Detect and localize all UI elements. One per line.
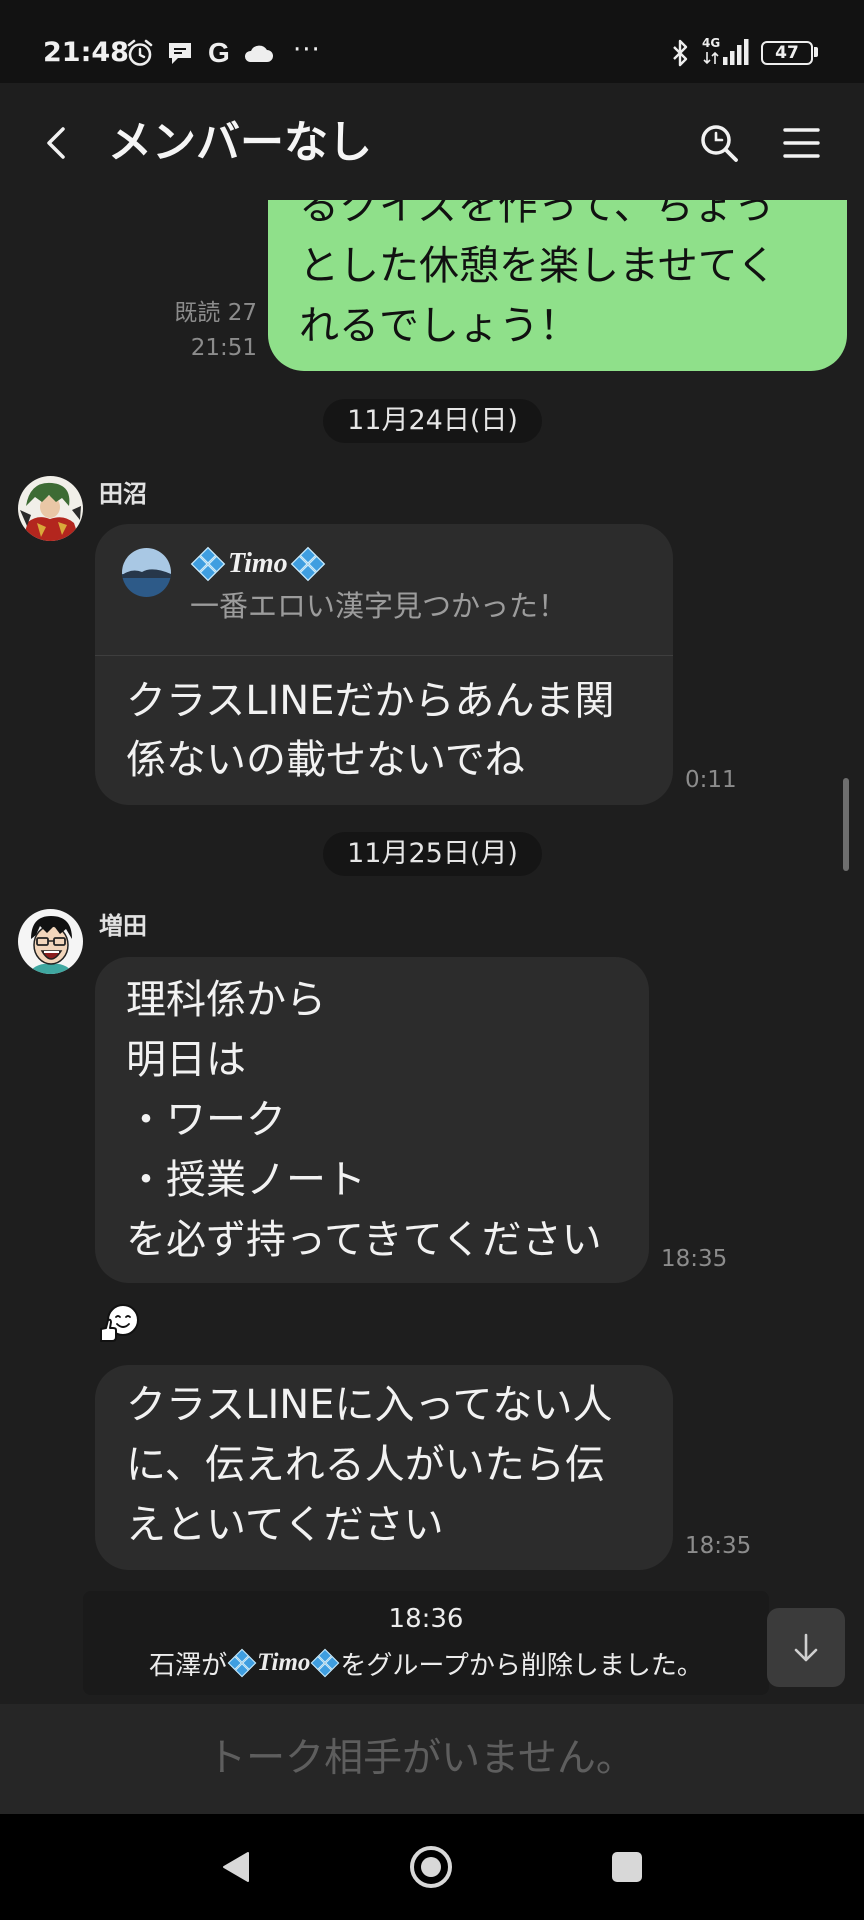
- thumbs-up-face-icon[interactable]: [98, 1301, 142, 1345]
- recents-square-icon[interactable]: [611, 1851, 643, 1883]
- avatar-image: [18, 909, 83, 974]
- no-members-notice: トーク相手がいません。: [207, 1736, 635, 1781]
- reply-avatar: [122, 548, 171, 597]
- message-line: を必ず持ってきてください: [126, 1217, 602, 1263]
- message-time: 0:11: [685, 767, 737, 793]
- reply-sender: Timo: [190, 546, 326, 582]
- date-separator: 11月24日(日): [323, 399, 542, 443]
- message-text: るクイズを作って、ちょっ とした休憩を楽しませてく れるでしょう！: [299, 176, 777, 356]
- diamond-icon: [227, 1648, 257, 1678]
- message-time: 18:35: [661, 1246, 728, 1272]
- network-type: 4G: [702, 36, 721, 50]
- chat-header: メンバーなし: [0, 83, 864, 200]
- cloud-icon: [244, 45, 273, 62]
- incoming-message-bubble[interactable]: 理科係から 明日は ・ワーク ・授業ノート を必ず持ってきてください: [95, 957, 649, 1283]
- bluetooth-icon: [673, 39, 688, 67]
- message-line: 係ないの載せないでね: [126, 737, 525, 783]
- message-text: クラスLINEに入ってない人 に、伝えれる人がいたら伝 えといてください: [126, 1375, 612, 1555]
- system-message-time: 18:36: [388, 1604, 464, 1634]
- incoming-message-bubble[interactable]: クラスLINEに入ってない人 に、伝えれる人がいたら伝 えといてください: [95, 1365, 673, 1570]
- home-circle-icon[interactable]: [408, 1844, 454, 1890]
- message-line: 明日は: [126, 1037, 246, 1083]
- arrow-down-icon: [794, 1633, 818, 1662]
- sender-name: 増田: [99, 912, 147, 940]
- scroll-to-bottom-button[interactable]: [767, 1608, 845, 1687]
- status-time: 21:48: [43, 37, 129, 68]
- data-arrows-icon: [703, 51, 719, 65]
- message-bubble-icon: [169, 43, 191, 64]
- back-chevron-icon[interactable]: [40, 126, 74, 160]
- reply-divider: [95, 655, 673, 656]
- system-message: 18:36 石澤が Timo をグループから削除しました。: [83, 1591, 769, 1695]
- message-line: とした休憩を楽しませてく: [299, 243, 777, 289]
- search-icon[interactable]: [698, 122, 740, 164]
- chat-title: メンバーなし: [108, 117, 372, 168]
- scrollbar-thumb[interactable]: [843, 778, 849, 871]
- sender-name: 田沼: [99, 480, 147, 508]
- read-receipt: 既読 27: [174, 300, 257, 326]
- back-triangle-icon[interactable]: [221, 1850, 251, 1884]
- menu-icon[interactable]: [783, 126, 820, 160]
- reply-avatar-image: [122, 548, 171, 597]
- message-line: れるでしょう！: [299, 303, 579, 349]
- message-time: 21:51: [190, 335, 257, 361]
- avatar-image: [18, 476, 83, 541]
- diamond-icon: [290, 546, 325, 582]
- system-message-name: Timo: [257, 1649, 311, 1676]
- google-icon: G: [208, 37, 230, 68]
- message-line: クラスLINEだからあんま関: [126, 678, 615, 724]
- battery-nub: [814, 47, 818, 57]
- navigation-bar: [0, 1814, 864, 1920]
- incoming-message-bubble[interactable]: Timo 一番エロい漢字見つかった！ クラスLINEだからあんま関 係ないの載せ…: [95, 524, 673, 805]
- message-text: クラスLINEだからあんま関 係ないの載せないでね: [126, 672, 614, 790]
- message-line: ・ワーク: [126, 1097, 286, 1143]
- system-message-suffix: をグループから削除しました。: [340, 1650, 703, 1681]
- reply-text: 一番エロい漢字見つかった！: [190, 589, 568, 623]
- status-bar: 21:48 G ··· 4G 47: [0, 0, 864, 83]
- message-line: ・授業ノート: [126, 1157, 366, 1203]
- diamond-icon: [311, 1648, 340, 1678]
- message-text: 理科係から 明日は ・ワーク ・授業ノート を必ず持ってきてください: [126, 970, 602, 1270]
- message-line: に、伝えれる人がいたら伝: [126, 1442, 605, 1488]
- message-line: クラスLINEに入ってない人: [126, 1382, 613, 1428]
- message-line: えといてください: [126, 1502, 444, 1548]
- date-separator: 11月25日(月): [323, 832, 542, 876]
- system-message-text: 石澤が Timo をグループから削除しました。: [83, 1645, 769, 1681]
- avatar[interactable]: [18, 909, 83, 974]
- reply-sender-name: Timo: [228, 548, 288, 579]
- alarm-icon: [127, 39, 153, 66]
- signal-icon: [723, 39, 749, 65]
- battery-icon: 47: [761, 41, 813, 65]
- more-notifications-icon: ···: [293, 35, 321, 65]
- diamond-icon: [190, 546, 226, 582]
- message-line: 理科係から: [126, 977, 326, 1023]
- avatar[interactable]: [18, 476, 83, 541]
- message-time: 18:35: [685, 1533, 752, 1559]
- system-message-prefix: 石澤が: [149, 1650, 228, 1681]
- input-bar: トーク相手がいません。: [0, 1704, 864, 1814]
